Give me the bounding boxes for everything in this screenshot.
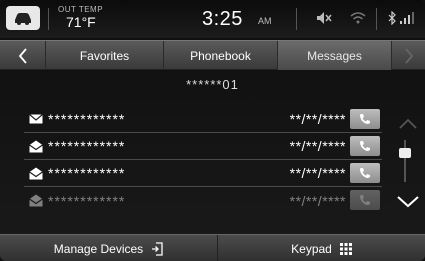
status-bar: OUT TEMP 71°F 3:25 AM <box>0 0 425 38</box>
car-icon <box>15 13 31 25</box>
message-date: **/**/**** <box>289 165 346 181</box>
tab-messages[interactable]: Messages <box>278 41 392 70</box>
phone-icon <box>360 168 370 178</box>
call-button[interactable] <box>350 163 380 183</box>
chevron-left-icon <box>18 47 27 64</box>
message-date: **/**/**** <box>289 111 346 127</box>
bluetooth-icon <box>388 11 396 25</box>
manage-devices-label: Manage Devices <box>53 241 144 256</box>
manage-devices-button[interactable]: Manage Devices <box>0 235 218 261</box>
envelope-open-icon <box>26 166 46 180</box>
status-divider <box>48 8 49 30</box>
call-button[interactable] <box>350 190 380 210</box>
head-unit-screen: OUT TEMP 71°F 3:25 AM Favorites Phoneboo… <box>0 0 425 261</box>
signal-icon <box>400 12 414 24</box>
message-row[interactable]: ************ **/**/**** <box>24 133 382 160</box>
scroll-up-button[interactable] <box>398 118 418 130</box>
phone-icon <box>360 141 370 151</box>
message-row[interactable]: ************ **/**/**** <box>24 160 382 187</box>
scrollbar-thumb[interactable] <box>399 148 411 158</box>
message-row[interactable]: ************ **/**/**** <box>24 187 382 214</box>
tab-forward-button[interactable] <box>392 41 425 70</box>
mute-icon <box>317 12 332 24</box>
status-divider <box>296 8 297 30</box>
clock: 3:25 <box>202 8 243 30</box>
temp-label: OUT TEMP <box>58 5 104 14</box>
wifi-icon <box>350 12 366 24</box>
chevron-right-icon <box>404 47 413 64</box>
message-sender: ************ <box>48 165 126 181</box>
connected-device-name: ******01 <box>186 77 239 92</box>
phone-icon <box>360 195 370 205</box>
tab-phonebook[interactable]: Phonebook <box>164 41 278 70</box>
message-sender: ************ <box>48 111 126 127</box>
tab-back-button[interactable] <box>0 41 46 70</box>
call-button[interactable] <box>350 136 380 156</box>
phone-icon <box>360 114 370 124</box>
call-button[interactable] <box>350 109 380 129</box>
status-divider <box>376 8 377 30</box>
envelope-open-icon <box>26 139 46 153</box>
bottom-bar: Manage Devices Keypad <box>0 234 425 261</box>
clock-ampm: AM <box>258 16 272 26</box>
message-sender: ************ <box>48 138 126 154</box>
message-sender: ************ <box>48 192 126 209</box>
message-date: **/**/**** <box>289 192 346 209</box>
message-row[interactable]: ************ **/**/**** <box>24 106 382 133</box>
device-login-icon <box>152 241 163 256</box>
message-list: ************ **/**/**** ************ **/… <box>24 106 382 214</box>
keypad-label: Keypad <box>291 241 332 256</box>
envelope-open-icon <box>26 194 46 208</box>
keypad-icon <box>339 242 352 255</box>
message-date: **/**/**** <box>289 138 346 154</box>
tab-favorites[interactable]: Favorites <box>46 41 164 70</box>
temp-value: 71°F <box>66 14 96 30</box>
keypad-button[interactable]: Keypad <box>218 235 425 261</box>
scroll-down-button[interactable] <box>396 194 420 208</box>
scrollbar-track[interactable] <box>404 140 406 182</box>
envelope-closed-icon <box>26 112 46 126</box>
phone-tabs: Favorites Phonebook Messages <box>0 40 425 70</box>
outside-temperature: OUT TEMP 71°F <box>58 5 103 30</box>
car-home-button[interactable] <box>6 6 40 30</box>
